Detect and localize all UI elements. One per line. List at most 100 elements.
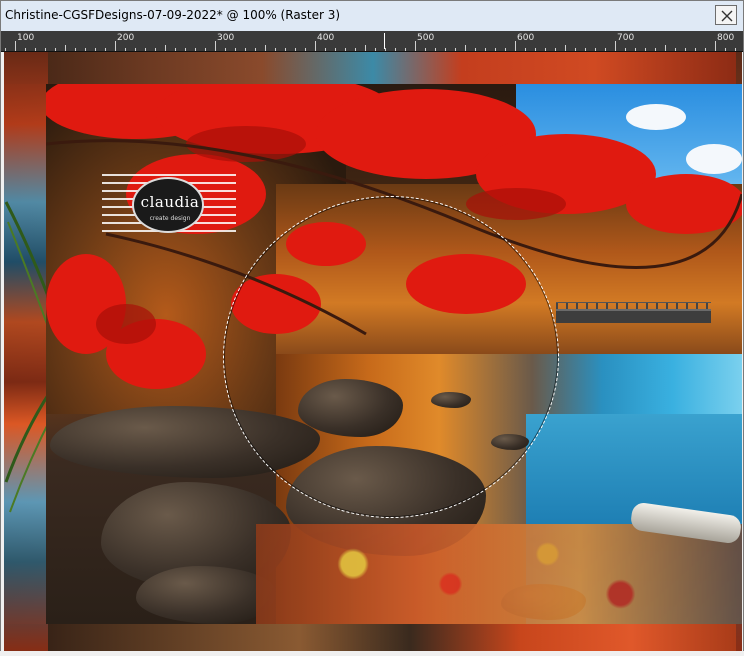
ruler-tick	[385, 48, 386, 51]
ruler-tick	[695, 48, 696, 51]
ruler-tick	[155, 48, 156, 51]
title-bar[interactable]: Christine-CGSFDesigns-07-09-2022* @ 100%…	[1, 1, 743, 32]
ruler-tick	[425, 48, 426, 51]
ruler-tick	[205, 48, 206, 51]
ruler-tick	[5, 48, 6, 51]
window-title: Christine-CGSFDesigns-07-09-2022* @ 100%…	[5, 8, 341, 22]
ruler-tick	[505, 48, 506, 51]
ruler-tick	[245, 48, 246, 51]
ruler-tick	[55, 48, 56, 51]
ruler-tick	[275, 48, 276, 51]
ruler-tick	[215, 41, 216, 51]
ruler-tick	[405, 48, 406, 51]
ruler-tick	[185, 48, 186, 51]
ruler-tick	[685, 48, 686, 51]
ruler-tick	[345, 48, 346, 51]
ruler-label: 100	[17, 33, 35, 43]
watermark-logo: claudia create design	[102, 174, 236, 236]
rock	[136, 566, 276, 624]
ruler-tick	[315, 41, 316, 51]
ruler-label: 500	[417, 33, 435, 43]
ruler-tick	[705, 48, 706, 51]
ruler-tick	[655, 48, 656, 51]
image-window: Christine-CGSFDesigns-07-09-2022* @ 100%…	[0, 0, 744, 656]
ruler-label: 800	[717, 33, 735, 43]
ruler-tick	[395, 48, 396, 51]
ruler-tick	[635, 48, 636, 51]
ruler-tick	[125, 48, 126, 51]
ruler-tick	[555, 48, 556, 51]
ruler-tick	[375, 48, 376, 51]
ruler-tick	[325, 48, 326, 51]
ruler-position-marker	[384, 33, 385, 49]
ruler-tick	[15, 41, 16, 51]
horizontal-ruler[interactable]: 100 200 300 400 500 600 700 800	[1, 31, 743, 52]
ruler-tick	[495, 48, 496, 51]
ruler-tick	[95, 48, 96, 51]
ruler-tick	[195, 48, 196, 51]
ruler-tick	[435, 48, 436, 51]
ruler-tick	[545, 48, 546, 51]
ruler-label: 400	[317, 33, 335, 43]
ruler-tick	[115, 41, 116, 51]
ruler-tick	[455, 48, 456, 51]
frame-bottom-band	[4, 624, 742, 652]
ruler-tick	[365, 45, 366, 51]
close-button[interactable]	[715, 5, 737, 25]
ruler-tick	[465, 45, 466, 51]
ruler-tick	[675, 48, 676, 51]
ruler-tick	[285, 48, 286, 51]
ruler-tick	[135, 48, 136, 51]
ruler-tick	[525, 48, 526, 51]
ruler-tick	[515, 41, 516, 51]
ruler-tick	[85, 48, 86, 51]
ruler-tick	[615, 41, 616, 51]
fallen-leaves	[256, 524, 742, 624]
ruler-tick	[485, 48, 486, 51]
ruler-tick	[335, 48, 336, 51]
ruler-tick	[605, 48, 606, 51]
ruler-tick	[445, 48, 446, 51]
ruler-tick	[165, 45, 166, 51]
ruler-tick	[475, 48, 476, 51]
ruler-tick	[565, 45, 566, 51]
ruler-label: 600	[517, 33, 535, 43]
ruler-tick	[355, 48, 356, 51]
ruler-tick	[235, 48, 236, 51]
ruler-tick	[535, 48, 536, 51]
ruler-tick	[105, 48, 106, 51]
ruler-tick	[265, 45, 266, 51]
ruler-tick	[725, 48, 726, 51]
ruler-tick	[305, 48, 306, 51]
image-canvas[interactable]: claudia create design	[4, 52, 742, 652]
ruler-tick	[625, 48, 626, 51]
ruler-tick	[595, 48, 596, 51]
ruler-label: 300	[217, 33, 235, 43]
ruler-tick	[645, 48, 646, 51]
ruler-tick	[25, 48, 26, 51]
window-bottom-edge	[0, 651, 744, 656]
autumn-river-photo: claudia create design	[46, 84, 742, 624]
ruler-tick	[295, 48, 296, 51]
ruler-tick	[575, 48, 576, 51]
ruler-tick	[145, 48, 146, 51]
ruler-tick	[735, 48, 736, 51]
watermark-badge: claudia create design	[132, 177, 204, 233]
ruler-tick	[65, 45, 66, 51]
ruler-label: 200	[117, 33, 135, 43]
close-icon	[721, 10, 733, 22]
ruler-tick	[175, 48, 176, 51]
ruler-tick	[585, 48, 586, 51]
ruler-tick	[255, 48, 256, 51]
ruler-label: 700	[617, 33, 635, 43]
ruler-tick	[715, 41, 716, 51]
circular-selection-marquee[interactable]	[223, 196, 559, 518]
watermark-text: claudia	[140, 193, 200, 211]
ruler-tick	[415, 41, 416, 51]
ruler-tick	[35, 48, 36, 51]
ruler-tick	[45, 48, 46, 51]
watermark-subtext: create design	[149, 215, 191, 222]
frame-top-band	[4, 52, 742, 84]
ruler-tick	[75, 48, 76, 51]
ruler-tick	[665, 45, 666, 51]
